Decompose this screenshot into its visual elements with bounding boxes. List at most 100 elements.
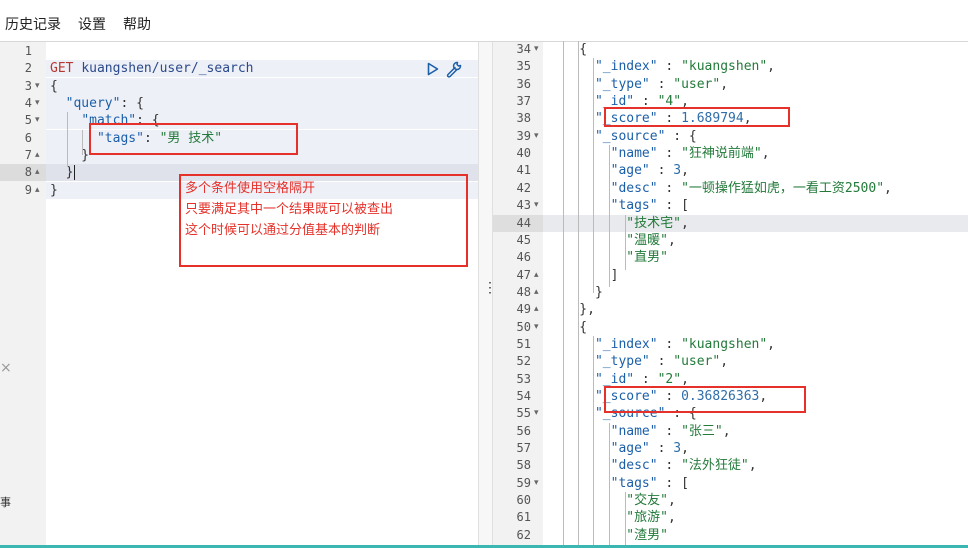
response-token: : xyxy=(657,458,682,474)
response-token: }, xyxy=(548,302,595,318)
indent-guide xyxy=(609,423,610,545)
response-code-line: } xyxy=(548,284,603,301)
response-token: , xyxy=(667,232,676,248)
unfold-arrow-icon[interactable]: ▴ xyxy=(534,267,539,284)
response-token: : xyxy=(649,76,674,92)
response-token xyxy=(548,406,595,421)
response-token xyxy=(548,216,626,231)
request-token: } xyxy=(50,165,74,181)
response-code-line: { xyxy=(548,41,587,58)
response-token: "交友" xyxy=(626,493,668,509)
response-line-number: 59 xyxy=(516,475,531,490)
request-code-line: GET kuangshen/user/_search xyxy=(50,60,254,77)
unfold-arrow-icon[interactable]: ▴ xyxy=(35,182,40,199)
play-icon[interactable] xyxy=(427,62,439,76)
response-token xyxy=(548,441,611,456)
request-token: : { xyxy=(120,96,144,112)
indent-guide xyxy=(609,145,610,287)
response-token: } xyxy=(548,284,603,300)
response-code-line: "渣男" xyxy=(548,527,668,544)
response-code-line: "name" : "狂神说前端", xyxy=(548,145,770,162)
response-token xyxy=(548,181,611,196)
response-token xyxy=(548,163,611,178)
fold-arrow-icon[interactable]: ▾ xyxy=(534,475,539,492)
response-code-line: "tags" : [ xyxy=(548,197,689,214)
response-line-number: 61 xyxy=(516,510,531,525)
response-token: "desc" xyxy=(610,180,658,196)
request-code-line: "query": { xyxy=(50,95,144,112)
response-token: , xyxy=(681,441,689,457)
response-token xyxy=(548,233,626,248)
response-token: , xyxy=(761,146,770,162)
wrench-icon[interactable] xyxy=(445,60,463,78)
response-line-number: 39 xyxy=(516,128,531,143)
fold-arrow-icon[interactable]: ▾ xyxy=(534,128,539,145)
request-token: { xyxy=(50,78,58,94)
response-token xyxy=(548,510,626,525)
response-token xyxy=(548,111,595,126)
response-token: , xyxy=(722,423,731,439)
response-token: "name" xyxy=(610,146,658,162)
response-token: : xyxy=(657,180,682,196)
response-code-line: "age" : 3, xyxy=(548,162,689,179)
response-token: : [ xyxy=(657,475,689,491)
response-token: "张三" xyxy=(681,423,723,439)
response-code-line: "tags" : [ xyxy=(548,475,689,492)
response-token: : { xyxy=(665,128,697,144)
response-token: { xyxy=(548,42,588,57)
fold-arrow-icon[interactable]: ▾ xyxy=(534,197,539,214)
response-token xyxy=(548,337,595,352)
response-token: ] xyxy=(548,267,619,283)
menu-settings[interactable]: 设置 xyxy=(78,14,106,34)
unfold-arrow-icon[interactable]: ▴ xyxy=(534,284,539,301)
menu-help[interactable]: 帮助 xyxy=(123,14,151,34)
response-code-line: "desc" : "法外狂徒", xyxy=(548,457,757,474)
response-token: "name" xyxy=(610,423,658,439)
response-line-number: 47 xyxy=(516,267,531,282)
response-token xyxy=(548,476,611,491)
request-code-line: } xyxy=(50,182,58,199)
close-icon[interactable]: × xyxy=(0,360,12,376)
fold-arrow-icon[interactable]: ▾ xyxy=(35,95,40,112)
request-token xyxy=(50,113,81,128)
unfold-arrow-icon[interactable]: ▴ xyxy=(35,164,40,181)
response-line-number: 53 xyxy=(516,371,531,386)
fold-arrow-icon[interactable]: ▾ xyxy=(534,41,539,58)
annotation-line-2: 只要满足其中一个结果既可以被查出 xyxy=(185,202,394,217)
menu-history[interactable]: 历史记录 xyxy=(5,14,61,34)
response-code-line: { xyxy=(548,319,587,336)
response-line-number: 54 xyxy=(516,389,531,403)
response-line-number: 62 xyxy=(516,527,531,542)
response-token: "_source" xyxy=(594,128,666,144)
response-token: : [ xyxy=(657,198,689,214)
request-token: GET xyxy=(50,61,82,77)
fold-arrow-icon[interactable]: ▾ xyxy=(35,112,40,129)
request-line-number: 9 xyxy=(24,182,32,197)
response-token: 3 xyxy=(673,441,682,457)
unfold-arrow-icon[interactable]: ▴ xyxy=(534,301,539,318)
response-token: "_index" xyxy=(594,336,658,352)
response-token: , xyxy=(748,458,757,474)
fold-arrow-icon[interactable]: ▾ xyxy=(35,78,40,95)
request-token xyxy=(50,96,66,111)
response-token: , xyxy=(720,76,729,92)
indent-guide xyxy=(578,41,579,545)
response-token: "_type" xyxy=(594,76,650,92)
request-token: } xyxy=(50,182,58,198)
response-line-number: 50 xyxy=(516,319,531,334)
fold-arrow-icon[interactable]: ▾ xyxy=(534,405,539,422)
response-line-number: 36 xyxy=(516,76,531,91)
response-token xyxy=(548,250,626,265)
response-token xyxy=(548,129,595,144)
response-token: "渣男" xyxy=(626,527,668,543)
request-code-line: } xyxy=(50,147,89,164)
response-code-line: "_index" : "kuangshen", xyxy=(548,58,775,75)
unfold-arrow-icon[interactable]: ▴ xyxy=(35,147,40,164)
response-token: , xyxy=(681,163,689,179)
response-code-line: "_source" : { xyxy=(548,128,697,145)
request-token: "query" xyxy=(65,96,121,112)
response-token xyxy=(548,372,595,387)
fold-arrow-icon[interactable]: ▾ xyxy=(534,319,539,336)
response-line-number: 58 xyxy=(516,458,531,473)
response-line-number: 42 xyxy=(516,180,531,195)
